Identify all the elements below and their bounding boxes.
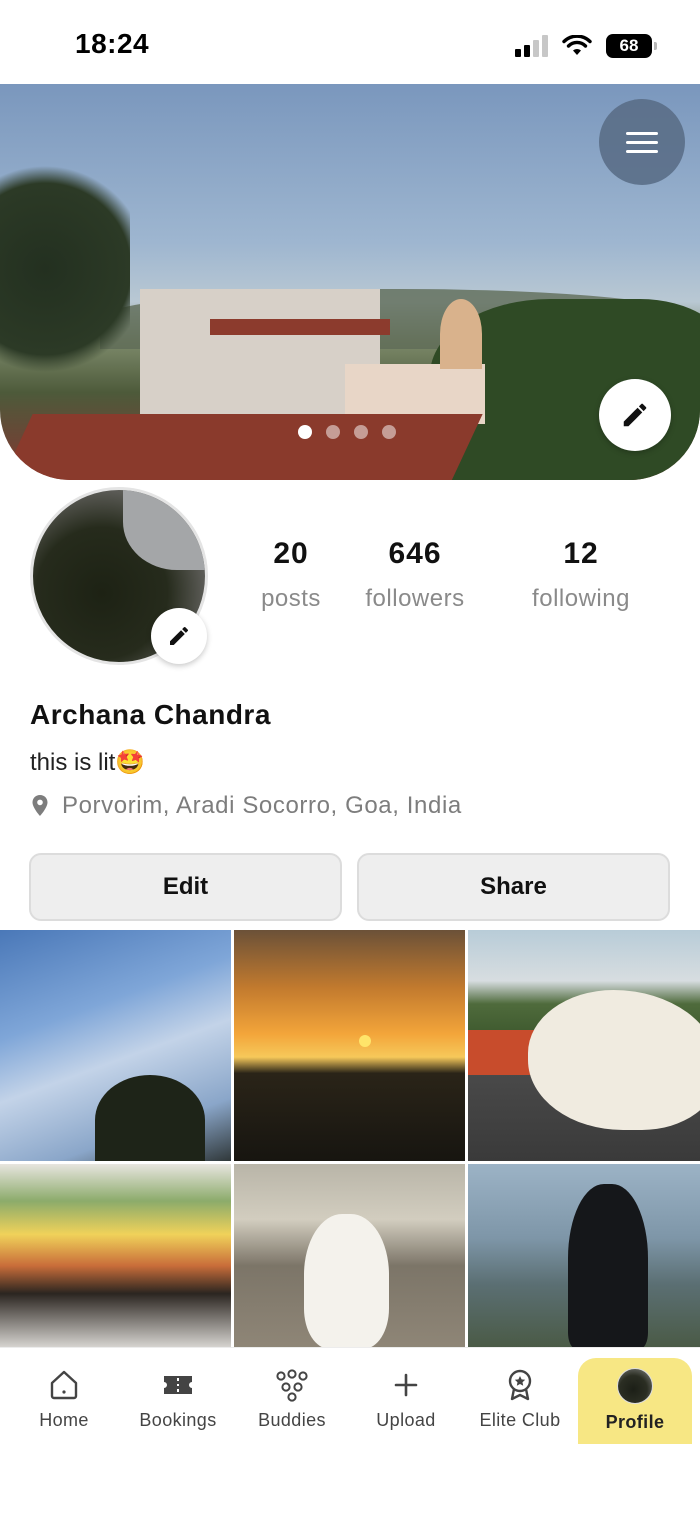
photo-thumbnail[interactable] (234, 930, 465, 1161)
battery-icon: 68 (606, 34, 657, 58)
tab-label: Buddies (258, 1410, 326, 1430)
tab-elite-club[interactable]: Elite Club (463, 1358, 577, 1444)
cover-photo[interactable] (0, 84, 700, 480)
profile-name: Archana Chandra (30, 699, 271, 730)
tab-label: Home (39, 1410, 89, 1430)
stat-following[interactable]: 12 following (518, 537, 644, 613)
photo-thumbnail[interactable] (468, 930, 700, 1161)
edit-button[interactable]: Edit (29, 853, 342, 921)
award-badge-icon (508, 1369, 532, 1401)
status-bar: 18:24 68 (0, 0, 700, 84)
photo-thumbnail[interactable] (234, 1164, 465, 1349)
battery-level: 68 (619, 36, 639, 55)
avatar-edit-button[interactable] (151, 608, 207, 664)
photo-thumbnail[interactable] (0, 1164, 231, 1349)
stat-value: 646 (388, 537, 442, 570)
photo-thumbnail[interactable] (468, 1164, 700, 1349)
stat-followers[interactable]: 646 followers (355, 537, 475, 613)
profile-avatar (617, 1368, 653, 1404)
stat-value: 12 (563, 537, 599, 570)
tab-bookings[interactable]: Bookings (121, 1358, 235, 1444)
photo-grid (0, 930, 700, 1350)
cover-carousel-indicator (298, 425, 396, 439)
status-icons: 68 (515, 34, 657, 58)
location-pin-icon (32, 795, 48, 816)
tab-buddies[interactable]: Buddies (235, 1358, 349, 1444)
stat-label: posts (261, 585, 321, 612)
profile-bio: this is lit🤩 (30, 749, 146, 776)
status-time: 18:24 (75, 28, 150, 59)
stat-label: followers (365, 585, 465, 612)
share-button[interactable]: Share (357, 853, 670, 921)
tab-label: Upload (376, 1410, 436, 1430)
hamburger-menu-icon (626, 131, 658, 135)
cover-edit-button[interactable] (599, 379, 671, 451)
cellular-signal-icon (515, 35, 548, 57)
home-icon (50, 1370, 78, 1400)
plus-icon (394, 1373, 418, 1397)
people-icon (276, 1369, 308, 1402)
ticket-icon (164, 1376, 192, 1394)
carousel-dot[interactable] (298, 425, 312, 439)
profile-location: Porvorim, Aradi Socorro, Goa, India (30, 792, 462, 820)
tab-upload[interactable]: Upload (349, 1358, 463, 1444)
bottom-tab-bar: Home Bookings Buddies Upload Elite Club … (0, 1347, 700, 1515)
pencil-icon (623, 403, 647, 427)
photo-thumbnail[interactable] (0, 930, 231, 1161)
tab-label: Bookings (139, 1410, 217, 1430)
tab-home[interactable]: Home (7, 1358, 121, 1444)
carousel-dot[interactable] (382, 425, 396, 439)
stat-posts[interactable]: 20 posts (250, 537, 332, 613)
tab-label: Profile (605, 1412, 665, 1432)
tab-label: Elite Club (479, 1410, 561, 1430)
stat-value: 20 (273, 537, 309, 570)
wifi-icon (562, 35, 592, 55)
stat-label: following (532, 585, 630, 612)
carousel-dot[interactable] (326, 425, 340, 439)
pencil-icon (170, 626, 189, 645)
tab-profile[interactable]: Profile (578, 1358, 692, 1444)
carousel-dot[interactable] (354, 425, 368, 439)
menu-button[interactable] (599, 99, 685, 185)
location-text: Porvorim, Aradi Socorro, Goa, India (62, 792, 462, 819)
